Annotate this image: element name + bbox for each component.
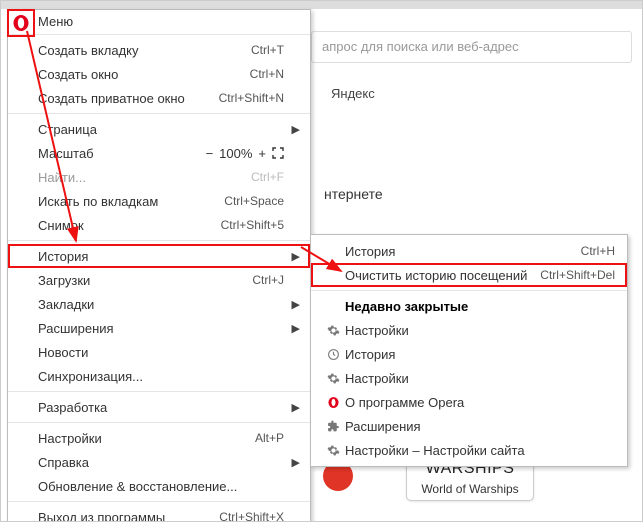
menu-page[interactable]: Страница ▶: [8, 117, 310, 141]
zoom-value: 100%: [219, 146, 252, 161]
label: Страница: [38, 122, 284, 137]
tile-caption: World of Warships: [411, 482, 529, 496]
recent-item[interactable]: О программе Opera: [311, 390, 627, 414]
address-placeholder: апрос для поиска или веб-адрес: [322, 39, 519, 54]
yandex-label: Яндекс: [331, 86, 375, 101]
separator: [8, 501, 310, 502]
separator: [8, 113, 310, 114]
label: Разработка: [38, 400, 284, 415]
shortcut: Ctrl+Shift+N: [219, 91, 284, 105]
clock-icon: [323, 348, 343, 361]
label: Настройки: [343, 371, 615, 386]
chevron-right-icon: ▶: [292, 250, 300, 263]
label: Настройки – Настройки сайта: [343, 443, 615, 458]
label: Масштаб: [38, 146, 206, 161]
label: Искать по вкладкам: [38, 194, 224, 209]
history-submenu: ИсторияCtrl+H Очистить историю посещений…: [310, 234, 628, 467]
separator: [8, 391, 310, 392]
recent-item[interactable]: История: [311, 342, 627, 366]
recent-item[interactable]: Настройки: [311, 366, 627, 390]
label: Настройки: [343, 323, 615, 338]
zoom-out-button[interactable]: −: [206, 146, 214, 161]
label: История: [343, 244, 581, 259]
shortcut: Ctrl+N: [250, 67, 284, 81]
label: Настройки: [38, 431, 255, 446]
label: Создать вкладку: [38, 43, 251, 58]
menu-new-tab[interactable]: Создать вкладкуCtrl+T: [8, 38, 310, 62]
label: О программе Opera: [343, 395, 615, 410]
opera-icon: [12, 14, 30, 32]
submenu-clear-history[interactable]: Очистить историю посещенийCtrl+Shift+Del: [311, 263, 627, 287]
label: Расширения: [38, 321, 284, 336]
menu-header: Меню: [8, 10, 310, 35]
label: Новости: [38, 345, 284, 360]
menu-history[interactable]: История ▶: [8, 244, 310, 268]
label: Расширения: [343, 419, 615, 434]
opera-icon: [323, 396, 343, 409]
label: Снимок: [38, 218, 221, 233]
label: Выход из программы: [38, 510, 219, 522]
separator: [311, 290, 627, 291]
menu-update[interactable]: Обновление & восстановление...: [8, 474, 310, 498]
main-menu: Меню Создать вкладкуCtrl+T Создать окноC…: [7, 9, 311, 522]
gear-icon: [323, 372, 343, 385]
menu-find[interactable]: Найти...Ctrl+F: [8, 165, 310, 189]
shortcut: Ctrl+T: [251, 43, 284, 57]
label: Создать приватное окно: [38, 91, 219, 106]
shortcut: Ctrl+Space: [224, 194, 284, 208]
menu-zoom: Масштаб − 100% +: [8, 141, 310, 165]
label: Загрузки: [38, 273, 252, 288]
internet-label: нтернете: [324, 186, 383, 202]
menu-search-tabs[interactable]: Искать по вкладкамCtrl+Space: [8, 189, 310, 213]
gear-icon: [323, 444, 343, 457]
label: Недавно закрытые: [343, 299, 615, 314]
shortcut: Ctrl+H: [581, 244, 615, 258]
label: История: [343, 347, 615, 362]
menu-settings[interactable]: НастройкиAlt+P: [8, 426, 310, 450]
menu-snapshot[interactable]: СнимокCtrl+Shift+5: [8, 213, 310, 237]
opera-menu-button[interactable]: [7, 9, 35, 37]
shortcut: Alt+P: [255, 431, 284, 445]
puzzle-icon: [323, 420, 343, 433]
recent-item[interactable]: Настройки – Настройки сайта: [311, 438, 627, 462]
zoom-in-button[interactable]: +: [258, 146, 266, 161]
menu-exit[interactable]: Выход из программыCtrl+Shift+X: [8, 505, 310, 522]
chevron-right-icon: ▶: [292, 401, 300, 414]
chevron-right-icon: ▶: [292, 298, 300, 311]
separator: [8, 240, 310, 241]
address-bar[interactable]: апрос для поиска или веб-адрес: [311, 31, 632, 63]
menu-new-private[interactable]: Создать приватное окноCtrl+Shift+N: [8, 86, 310, 110]
label: История: [38, 249, 284, 264]
menu-new-window[interactable]: Создать окноCtrl+N: [8, 62, 310, 86]
label: Найти...: [38, 170, 251, 185]
submenu-history[interactable]: ИсторияCtrl+H: [311, 239, 627, 263]
menu-bookmarks[interactable]: Закладки ▶: [8, 292, 310, 316]
shortcut: Ctrl+Shift+X: [219, 510, 284, 522]
shortcut: Ctrl+Shift+5: [221, 218, 284, 232]
gear-icon: [323, 324, 343, 337]
label: Закладки: [38, 297, 284, 312]
recently-closed-header: Недавно закрытые: [311, 294, 627, 318]
shortcut: Ctrl+Shift+Del: [540, 268, 615, 282]
menu-news[interactable]: Новости: [8, 340, 310, 364]
chevron-right-icon: ▶: [292, 322, 300, 335]
chevron-right-icon: ▶: [292, 456, 300, 469]
label: Синхронизация...: [38, 369, 284, 384]
separator: [8, 422, 310, 423]
label: Очистить историю посещений: [343, 268, 540, 283]
shortcut: Ctrl+F: [251, 170, 284, 184]
label: Справка: [38, 455, 284, 470]
menu-dev[interactable]: Разработка ▶: [8, 395, 310, 419]
label: Создать окно: [38, 67, 250, 82]
recent-item[interactable]: Настройки: [311, 318, 627, 342]
recent-item[interactable]: Расширения: [311, 414, 627, 438]
menu-extensions[interactable]: Расширения ▶: [8, 316, 310, 340]
label: Обновление & восстановление...: [38, 479, 284, 494]
chevron-right-icon: ▶: [292, 123, 300, 136]
shortcut: Ctrl+J: [252, 273, 284, 287]
menu-sync[interactable]: Синхронизация...: [8, 364, 310, 388]
fullscreen-icon[interactable]: [272, 147, 284, 159]
menu-help[interactable]: Справка ▶: [8, 450, 310, 474]
menu-downloads[interactable]: ЗагрузкиCtrl+J: [8, 268, 310, 292]
